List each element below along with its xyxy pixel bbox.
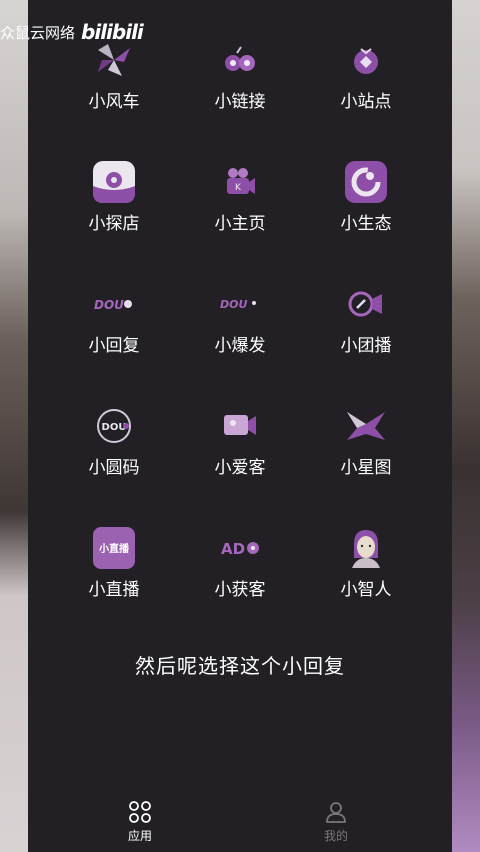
- tab-apps-label: 应用: [127, 829, 152, 843]
- app-item-acquire-customer[interactable]: AD 小获客: [178, 524, 302, 634]
- app-item-ecology[interactable]: 小生态: [304, 158, 428, 268]
- app-item-homepage[interactable]: K 小主页: [178, 158, 302, 268]
- bottom-tab-bar: 应用 我的: [28, 790, 452, 852]
- link-icon: [216, 36, 264, 84]
- app-item-group-live[interactable]: 小团播: [304, 280, 428, 390]
- app-item-star-map[interactable]: 小星图: [304, 402, 428, 512]
- burst-icon: DOU: [216, 280, 264, 328]
- ecology-icon: [342, 158, 390, 206]
- app-item-link[interactable]: 小链接: [178, 36, 302, 146]
- explore-shop-icon: [90, 158, 138, 206]
- app-item-smart-person[interactable]: 小智人: [304, 524, 428, 634]
- app-item-live-stream[interactable]: 小直播 小直播: [52, 524, 176, 634]
- group-live-icon: [342, 280, 390, 328]
- homepage-camera-icon: K: [216, 158, 264, 206]
- app-item-explore-shop[interactable]: 小探店: [52, 158, 176, 268]
- star-map-icon: [342, 402, 390, 450]
- tab-mine-label: 我的: [323, 829, 348, 843]
- site-icon: [342, 36, 390, 84]
- app-item-site[interactable]: 小站点: [304, 36, 428, 146]
- smart-person-icon: [342, 524, 390, 572]
- round-code-logo-text: DOU: [102, 422, 127, 433]
- app-item-reply[interactable]: DOU 小回复: [52, 280, 176, 390]
- background-video-left: [0, 0, 28, 852]
- live-stream-logo-text: 小直播: [98, 542, 130, 555]
- video-subtitle: 然后呢选择这个小回复: [135, 654, 345, 678]
- burst-logo-text: DOU: [220, 298, 247, 311]
- app-item-windmill[interactable]: 小风车: [52, 36, 176, 146]
- app-item-love-customer[interactable]: 小爱客: [178, 402, 302, 512]
- app-item-round-code[interactable]: DOU 小圆码: [52, 402, 176, 512]
- acquire-customer-icon: AD: [216, 524, 264, 572]
- apps-grid-icon: [129, 801, 151, 823]
- reply-logo-text: DOU: [94, 298, 124, 312]
- acquire-logo-text: AD: [221, 540, 245, 558]
- round-code-icon: DOU: [90, 402, 138, 450]
- windmill-icon: [90, 36, 138, 84]
- love-customer-icon: [216, 402, 264, 450]
- tab-mine[interactable]: 我的: [276, 800, 396, 844]
- tab-apps[interactable]: 应用: [80, 800, 200, 844]
- live-stream-icon: 小直播: [90, 524, 138, 572]
- app-item-burst[interactable]: DOU 小爆发: [178, 280, 302, 390]
- background-video-right: [452, 0, 480, 852]
- user-profile-icon: [326, 802, 346, 823]
- reply-icon: DOU: [90, 280, 138, 328]
